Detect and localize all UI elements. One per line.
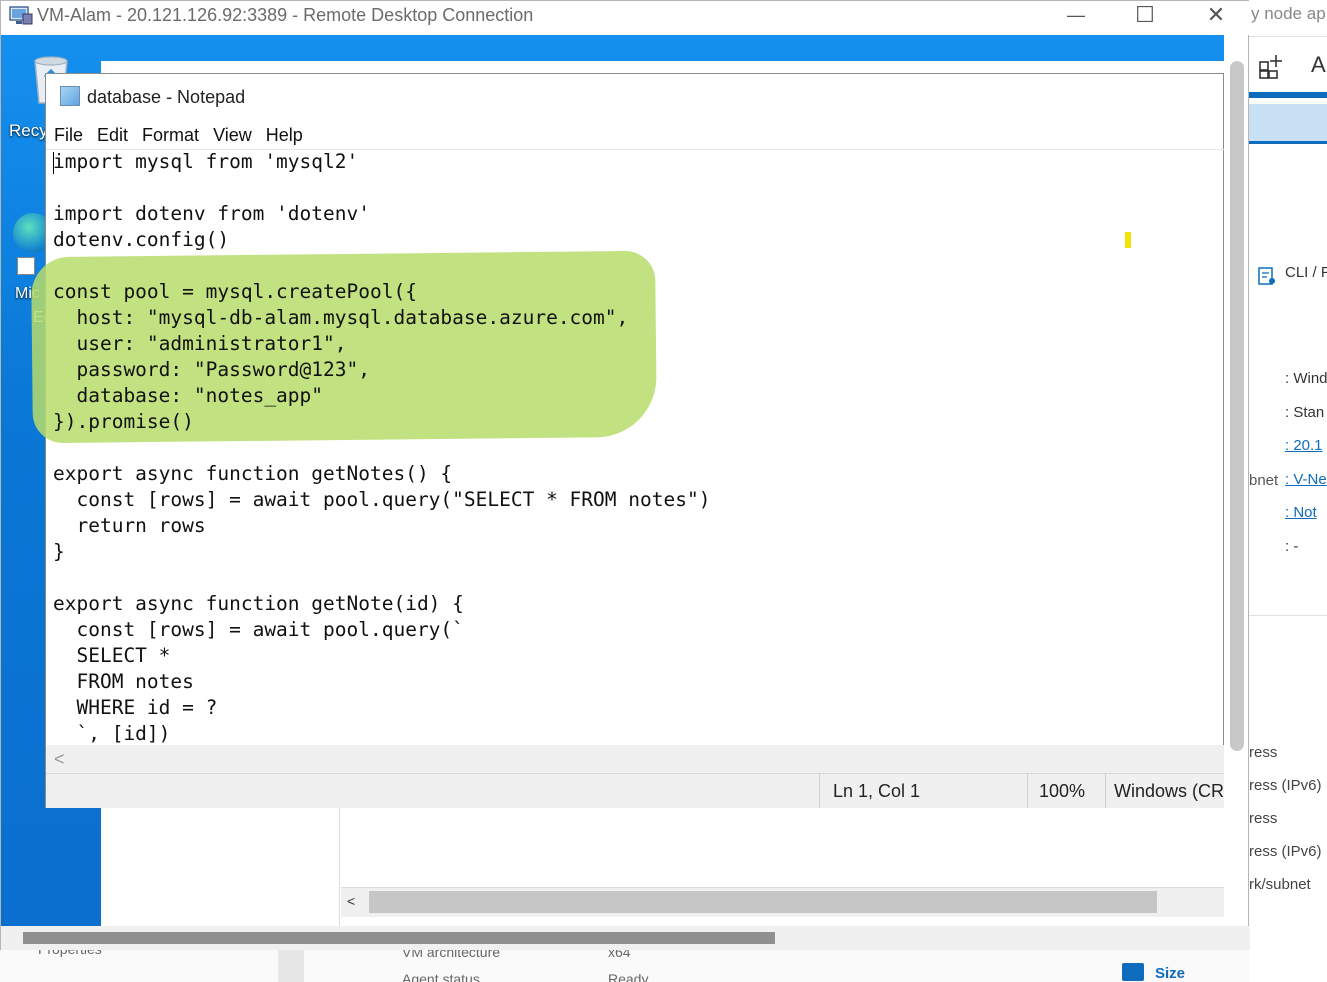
background-bottom-strip: Properties VM architecture x64 Agent sta… [0,948,1249,982]
network-label-ip: ress [1249,744,1278,761]
menu-view[interactable]: View [206,122,259,148]
rdp-title-bar[interactable]: VM-Alam - 20.121.126.92:3389 - Remote De… [1,1,1250,35]
recycle-bin-label: Recy [9,121,48,140]
network-label-private-ip: ress [1249,810,1278,827]
inner-panel-divider [339,807,340,927]
menu-edit[interactable]: Edit [90,122,135,148]
property-size: : Stan [1285,404,1325,421]
status-cursor-position: Ln 1, Col 1 [833,781,921,801]
toolbar-a-icon[interactable]: A [1311,52,1326,78]
size-icon [1122,963,1144,981]
status-divider [1105,773,1106,808]
status-line-ending: Windows (CRL [1114,781,1224,801]
portal-accent-bar [1249,92,1327,98]
section-divider [1249,615,1327,616]
inner-hscroll-thumb[interactable] [369,891,1157,913]
editor-text-area[interactable]: import mysql from 'mysql2' import dotenv… [53,149,710,747]
background-portal: y node ap A CLI / P : Wind : Stan : 20.1… [1249,0,1327,982]
notepad-window: database - Notepad File Edit Format View… [31,73,1224,808]
subnet-label: bnet [1249,472,1279,489]
menu-help[interactable]: Help [259,122,310,148]
bottom-agent-status-label: Agent status [402,971,480,982]
network-label-ipv6: ress (IPv6) [1249,777,1322,794]
property-dash: : - [1285,538,1299,555]
notepad-menubar: File Edit Format View Help [46,122,310,148]
status-divider [819,773,820,808]
status-zoom[interactable]: 100% [1039,781,1085,802]
close-button[interactable]: ✕ [1181,1,1251,31]
inner-scroll-left-icon[interactable]: < [347,893,355,909]
text-caret [53,152,54,174]
menu-file[interactable]: File [46,122,90,148]
portal-selected-tab[interactable] [1249,104,1327,144]
remote-desktop-window: VM-Alam - 20.121.126.92:3389 - Remote De… [0,0,1250,950]
notepad-hscrollbar[interactable] [46,745,1224,773]
network-label-subnet: rk/subnet [1249,876,1311,893]
bottom-agent-status-value: Ready [608,971,649,982]
shortcut-arrow-icon [17,257,35,275]
property-dns[interactable]: : Not [1285,504,1317,521]
cli-label[interactable]: CLI / P [1285,264,1327,281]
bottom-panel-divider [278,949,304,982]
notepad-icon [60,86,80,106]
property-os: : Wind [1285,370,1327,387]
remote-desktop-surface: Recy Mic Ec < database - Notepad File Ed… [1,35,1224,927]
scroll-left-icon[interactable]: < [54,749,65,770]
status-divider [1027,773,1028,808]
size-section-label[interactable]: Size [1155,965,1185,982]
cli-icon [1258,267,1275,285]
minimize-button[interactable]: — [1041,1,1111,31]
property-public-ip[interactable]: : 20.1 [1285,437,1323,454]
toolbar-divider [1249,36,1327,37]
yellow-annotation-mark [1125,232,1131,248]
remote-desktop-icon [9,6,33,25]
menu-format[interactable]: Format [135,122,206,148]
add-widget-icon[interactable] [1257,52,1285,80]
browser-tab-title[interactable]: y node ap [1251,4,1326,24]
notepad-title: database - Notepad [87,87,246,107]
rdp-window-title: VM-Alam - 20.121.126.92:3389 - Remote De… [37,5,534,25]
property-vnet[interactable]: : V-Ne [1285,471,1327,488]
maximize-button[interactable]: ☐ [1110,1,1180,31]
rdp-hscroll-thumb[interactable] [23,932,775,944]
rdp-vertical-scrollbar[interactable] [1230,61,1244,751]
network-label-private-ipv6: ress (IPv6) [1249,843,1322,860]
